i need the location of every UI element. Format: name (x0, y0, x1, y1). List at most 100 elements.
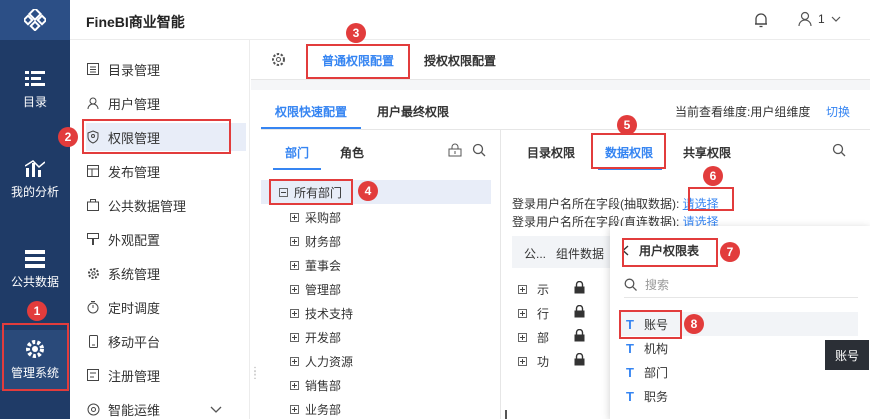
search-icon[interactable] (832, 143, 846, 157)
text-field-icon: T (626, 340, 634, 356)
grid-row[interactable]: 行 (518, 305, 549, 322)
user-menu[interactable]: 1 (798, 11, 841, 27)
expand-icon[interactable] (290, 380, 299, 390)
annotation-badge: 4 (358, 181, 378, 201)
tree-node[interactable]: 人力资源 (261, 349, 491, 373)
tree-node[interactable]: 开发部 (261, 325, 491, 349)
tree-node[interactable]: 业务部 (261, 397, 491, 419)
tree-node[interactable]: 董事会 (261, 253, 491, 277)
column-header: 组件数据 (556, 247, 605, 261)
submenu-label: 发布管理 (108, 164, 161, 180)
expand-icon[interactable] (290, 308, 299, 318)
tree-node-label: 采购部 (305, 210, 342, 225)
chevron-down-icon[interactable] (210, 406, 222, 413)
annotation-box (591, 133, 666, 169)
expand-icon[interactable] (290, 236, 299, 246)
field-item-department[interactable]: T 部门 (620, 360, 858, 384)
chart-icon (25, 160, 45, 177)
settings-icon (86, 266, 100, 280)
tab-grant-permission[interactable]: 授权权限配置 (424, 52, 496, 69)
expand-icon[interactable] (290, 212, 299, 222)
search-icon[interactable] (472, 143, 486, 157)
gear-icon[interactable] (271, 52, 286, 67)
bell-icon[interactable] (754, 12, 768, 28)
submenu-scheduled-tasks[interactable]: 定时调度 (86, 293, 246, 321)
department-tree-panel: 部门 角色 所有部门 采购部 财务部 董事会 管理部 技术支持 开发部 人力资源… (261, 130, 501, 419)
lock-icon[interactable] (574, 305, 585, 318)
tree-node[interactable]: 财务部 (261, 229, 491, 253)
annotation-box (269, 179, 353, 205)
submenu-appearance-config[interactable]: 外观配置 (86, 225, 246, 253)
tree-node-label: 技术支持 (305, 306, 354, 321)
grid-row[interactable]: 功 (518, 353, 549, 370)
field-item-organization[interactable]: T 机构 (620, 336, 858, 360)
tree-node[interactable]: 管理部 (261, 277, 491, 301)
tree-node-label: 销售部 (305, 378, 342, 393)
annotation-badge: 1 (27, 301, 47, 321)
expand-icon[interactable] (518, 357, 527, 366)
lock-icon[interactable] (574, 281, 585, 294)
annotation-box (688, 187, 734, 211)
expand-icon[interactable] (518, 333, 527, 342)
expand-icon[interactable] (290, 260, 299, 270)
expand-icon[interactable] (290, 332, 299, 342)
tab-role[interactable]: 角色 (340, 144, 364, 161)
expand-icon[interactable] (290, 284, 299, 294)
expand-icon[interactable] (290, 356, 299, 366)
expand-icon[interactable] (290, 404, 299, 414)
grid-row[interactable]: 示 (518, 281, 549, 298)
lock-settings-icon[interactable] (448, 143, 462, 157)
submenu-user-management[interactable]: 用户管理 (86, 89, 246, 117)
submenu-intelligent-ops[interactable]: 智能运维 (86, 395, 246, 419)
nav-label: 目录 (22, 95, 47, 109)
active-tab-indicator (261, 127, 361, 129)
grid-row[interactable]: 部 (518, 329, 549, 346)
tree-node-label: 业务部 (305, 402, 342, 417)
expand-icon[interactable] (518, 285, 527, 294)
submenu-label: 移动平台 (108, 334, 161, 350)
annotation-badge: 8 (684, 314, 704, 334)
tree-node[interactable]: 技术支持 (261, 301, 491, 325)
panel-splitter[interactable] (505, 410, 513, 419)
tab-share-permission[interactable]: 共享权限 (683, 144, 731, 161)
submenu-system-management[interactable]: 系统管理 (86, 259, 246, 287)
row-label: 功 (537, 355, 550, 369)
annotation-box (622, 238, 718, 267)
top-bar: FineBI商业智能 1 (70, 0, 870, 40)
popup-search[interactable]: 搜索 (624, 272, 858, 298)
submenu-label: 目录管理 (108, 62, 161, 78)
tree-node[interactable]: 采购部 (261, 205, 491, 229)
submenu-public-data-management[interactable]: 公共数据管理 (86, 191, 246, 219)
nav-public-data[interactable]: 公共数据 (0, 240, 70, 300)
submenu-catalog-management[interactable]: 目录管理 (86, 55, 246, 83)
submenu-label: 定时调度 (108, 300, 161, 316)
ops-icon (86, 402, 100, 416)
submenu-registration-management[interactable]: 注册管理 (86, 361, 246, 389)
submenu-label: 智能运维 (108, 402, 161, 418)
tab-catalog-permission[interactable]: 目录权限 (527, 144, 575, 161)
annotation-badge: 5 (617, 115, 637, 135)
tree-node[interactable]: 销售部 (261, 373, 491, 397)
nav-my-analysis[interactable]: 我的分析 (0, 150, 70, 210)
logo[interactable] (0, 0, 70, 40)
user-icon (86, 96, 100, 110)
expand-icon[interactable] (518, 309, 527, 318)
tab-quick-config[interactable]: 权限快速配置 (275, 103, 347, 120)
search-icon (624, 278, 637, 291)
lock-icon[interactable] (574, 353, 585, 366)
nav-label: 公共数据 (10, 275, 59, 289)
timer-icon (86, 300, 100, 314)
lock-icon[interactable] (574, 329, 585, 342)
tab-department[interactable]: 部门 (285, 144, 309, 161)
field-item-position[interactable]: T 职务 (620, 384, 858, 408)
nav-catalog[interactable]: 目录 (0, 60, 70, 120)
switch-dimension-link[interactable]: 切换 (826, 103, 850, 120)
submenu-publish-management[interactable]: 发布管理 (86, 157, 246, 185)
mobile-icon (86, 334, 100, 348)
field-tooltip: 账号 (825, 340, 869, 370)
tab-user-final-permission[interactable]: 用户最终权限 (377, 103, 449, 120)
annotation-badge: 6 (703, 166, 723, 186)
submenu-mobile-platform[interactable]: 移动平台 (86, 327, 246, 355)
current-dimension: 当前查看维度:用户组维度 (675, 105, 811, 119)
resize-handle[interactable]: ⋮ ⋮ (250, 367, 260, 381)
